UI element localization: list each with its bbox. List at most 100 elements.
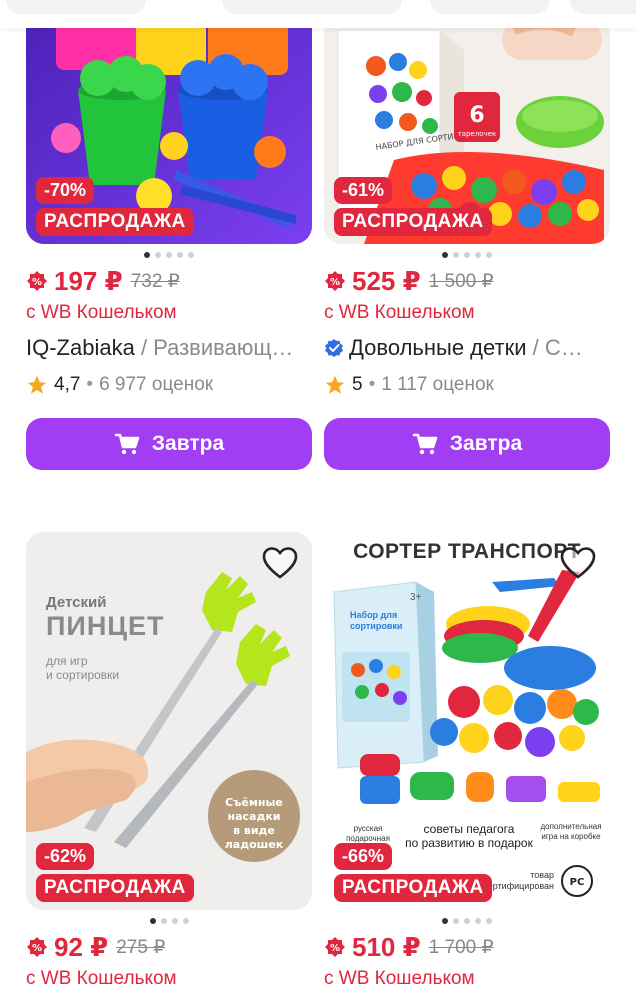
box-label: Набор для сортировки	[350, 610, 403, 631]
wallet-note: с WB Кошельком	[324, 302, 475, 323]
product-card[interactable]: НАБОР ДЛЯ СОРТИРОВКИ 6 тарелочек -61% РА…	[324, 10, 610, 470]
product-card[interactable]: Съёмные насадки в виде ладошек Детский П…	[26, 532, 312, 994]
price: 510 ₽	[352, 931, 421, 962]
reviews-count[interactable]: 1 117 оценок	[381, 374, 494, 396]
product-image[interactable]: НАБОР ДЛЯ СОРТИРОВКИ 6 тарелочек -61% РА…	[324, 10, 610, 244]
wallet-note: с WB Кошельком	[26, 302, 177, 323]
badges: -70% РАСПРОДАЖА	[36, 177, 194, 236]
add-to-cart-button[interactable]: Завтра	[26, 418, 312, 470]
cert-seal-icon: РС	[561, 865, 593, 897]
image-note: русская подарочная	[346, 824, 390, 843]
pager-dot	[188, 252, 194, 258]
pager-dot	[453, 918, 459, 924]
wb-wallet-icon: %	[27, 271, 47, 291]
caption-line: для игр	[46, 654, 88, 668]
image-pager[interactable]	[26, 912, 312, 930]
image-note-line: советы педагога	[423, 822, 515, 836]
pager-dot	[464, 918, 470, 924]
wallet-note: с WB Кошельком	[26, 968, 177, 989]
svg-text:%: %	[32, 277, 42, 288]
heart-icon[interactable]	[262, 546, 298, 580]
price: 92 ₽	[54, 931, 109, 962]
pager-dot	[453, 252, 459, 258]
wb-wallet-icon: %	[325, 271, 345, 291]
caption-line: Детский	[46, 594, 107, 611]
separator: •	[86, 374, 94, 395]
price-row: % 510 ₽ 1 700 ₽	[324, 930, 610, 964]
sale-badge: РАСПРОДАЖА	[36, 874, 194, 902]
product-image[interactable]: Съёмные насадки в виде ладошек Детский П…	[26, 532, 312, 910]
star-icon	[27, 375, 47, 394]
image-pager[interactable]	[26, 246, 312, 264]
filter-chip[interactable]	[6, 0, 146, 14]
top-filter-strip	[0, 0, 636, 28]
filter-chip[interactable]	[430, 0, 550, 14]
add-to-cart-label: Завтра	[449, 432, 523, 455]
pager-dot	[475, 252, 481, 258]
filter-chip[interactable]	[222, 0, 402, 14]
pager-dot	[177, 252, 183, 258]
product-category: / Развивающ…	[134, 335, 294, 360]
svg-text:Съёмные: Съёмные	[225, 796, 283, 809]
brand-name: IQ-Zabiaka	[26, 335, 135, 360]
caption-title: ПИНЦЕТ	[46, 611, 165, 641]
image-pager[interactable]	[324, 912, 610, 930]
brand-name: Довольные детки	[349, 335, 527, 360]
heart-icon[interactable]	[560, 546, 596, 580]
pager-dot	[182, 918, 189, 924]
sale-badge: РАСПРОДАЖА	[36, 208, 194, 236]
svg-text:%: %	[330, 943, 340, 954]
cart-icon	[412, 433, 438, 455]
discount-badge: -61%	[334, 177, 393, 204]
discount-badge: -66%	[334, 843, 393, 870]
svg-text:%: %	[32, 943, 42, 954]
age-label: 3+	[410, 592, 422, 603]
pager-dot	[160, 918, 167, 924]
wb-wallet-icon: %	[27, 937, 47, 957]
product-title[interactable]: Довольные детки / С…	[324, 328, 610, 368]
svg-text:ладошек: ладошек	[225, 838, 284, 851]
rating-value: 4,7	[54, 374, 81, 395]
pager-dot	[155, 252, 161, 258]
discount-badge: -62%	[36, 843, 95, 870]
wb-wallet-icon: %	[325, 937, 345, 957]
rating-row: 5 • 1 117 оценок	[324, 368, 610, 402]
pager-dot	[486, 918, 492, 924]
product-card[interactable]: СОРТЕР ТРАНСПОРТ Набор для сортировки 3+…	[324, 532, 610, 994]
svg-text:РС: РС	[570, 877, 585, 888]
product-title[interactable]: IQ-Zabiaka / Развивающ…	[26, 328, 312, 368]
pager-dot	[166, 252, 172, 258]
svg-text:%: %	[330, 277, 340, 288]
product-card[interactable]: -70% РАСПРОДАЖА % 197 ₽ 732 ₽ с WB Кошел…	[26, 10, 312, 470]
badges: -62% РАСПРОДАЖА	[36, 843, 194, 902]
cart-icon	[114, 433, 140, 455]
product-image[interactable]: -70% РАСПРОДАЖА	[26, 10, 312, 244]
rating-row: 4,7 • 6 977 оценок	[26, 368, 312, 402]
svg-text:тарелочек: тарелочек	[458, 130, 497, 138]
old-price: 1 500 ₽	[428, 270, 494, 292]
separator: •	[368, 374, 376, 395]
add-to-cart-label: Завтра	[151, 432, 225, 455]
badges: -66% РАСПРОДАЖА	[334, 843, 492, 902]
image-pager[interactable]	[324, 246, 610, 264]
badges: -61% РАСПРОДАЖА	[334, 177, 492, 236]
star-icon	[325, 375, 345, 394]
reviews-count[interactable]: 6 977 оценок	[99, 374, 213, 396]
add-to-cart-button[interactable]: Завтра	[324, 418, 610, 470]
verified-icon	[325, 339, 343, 357]
svg-text:в виде: в виде	[233, 824, 275, 837]
product-image[interactable]: СОРТЕР ТРАНСПОРТ Набор для сортировки 3+…	[324, 532, 610, 910]
pager-dot	[486, 252, 492, 258]
product-category: / С…	[526, 335, 583, 360]
svg-text:насадки: насадки	[227, 810, 280, 823]
pager-dot	[144, 252, 150, 258]
price-row: % 197 ₽ 732 ₽	[26, 264, 312, 298]
filter-chip[interactable]	[570, 0, 636, 14]
image-caption: Детский ПИНЦЕТ для игр и сортировки	[46, 594, 165, 682]
price-row: % 525 ₽ 1 500 ₽	[324, 264, 610, 298]
sale-badge: РАСПРОДАЖА	[334, 208, 492, 236]
rating-value: 5	[352, 374, 363, 395]
pager-dot	[475, 918, 481, 924]
old-price: 1 700 ₽	[428, 936, 494, 958]
price: 197 ₽	[54, 265, 123, 296]
